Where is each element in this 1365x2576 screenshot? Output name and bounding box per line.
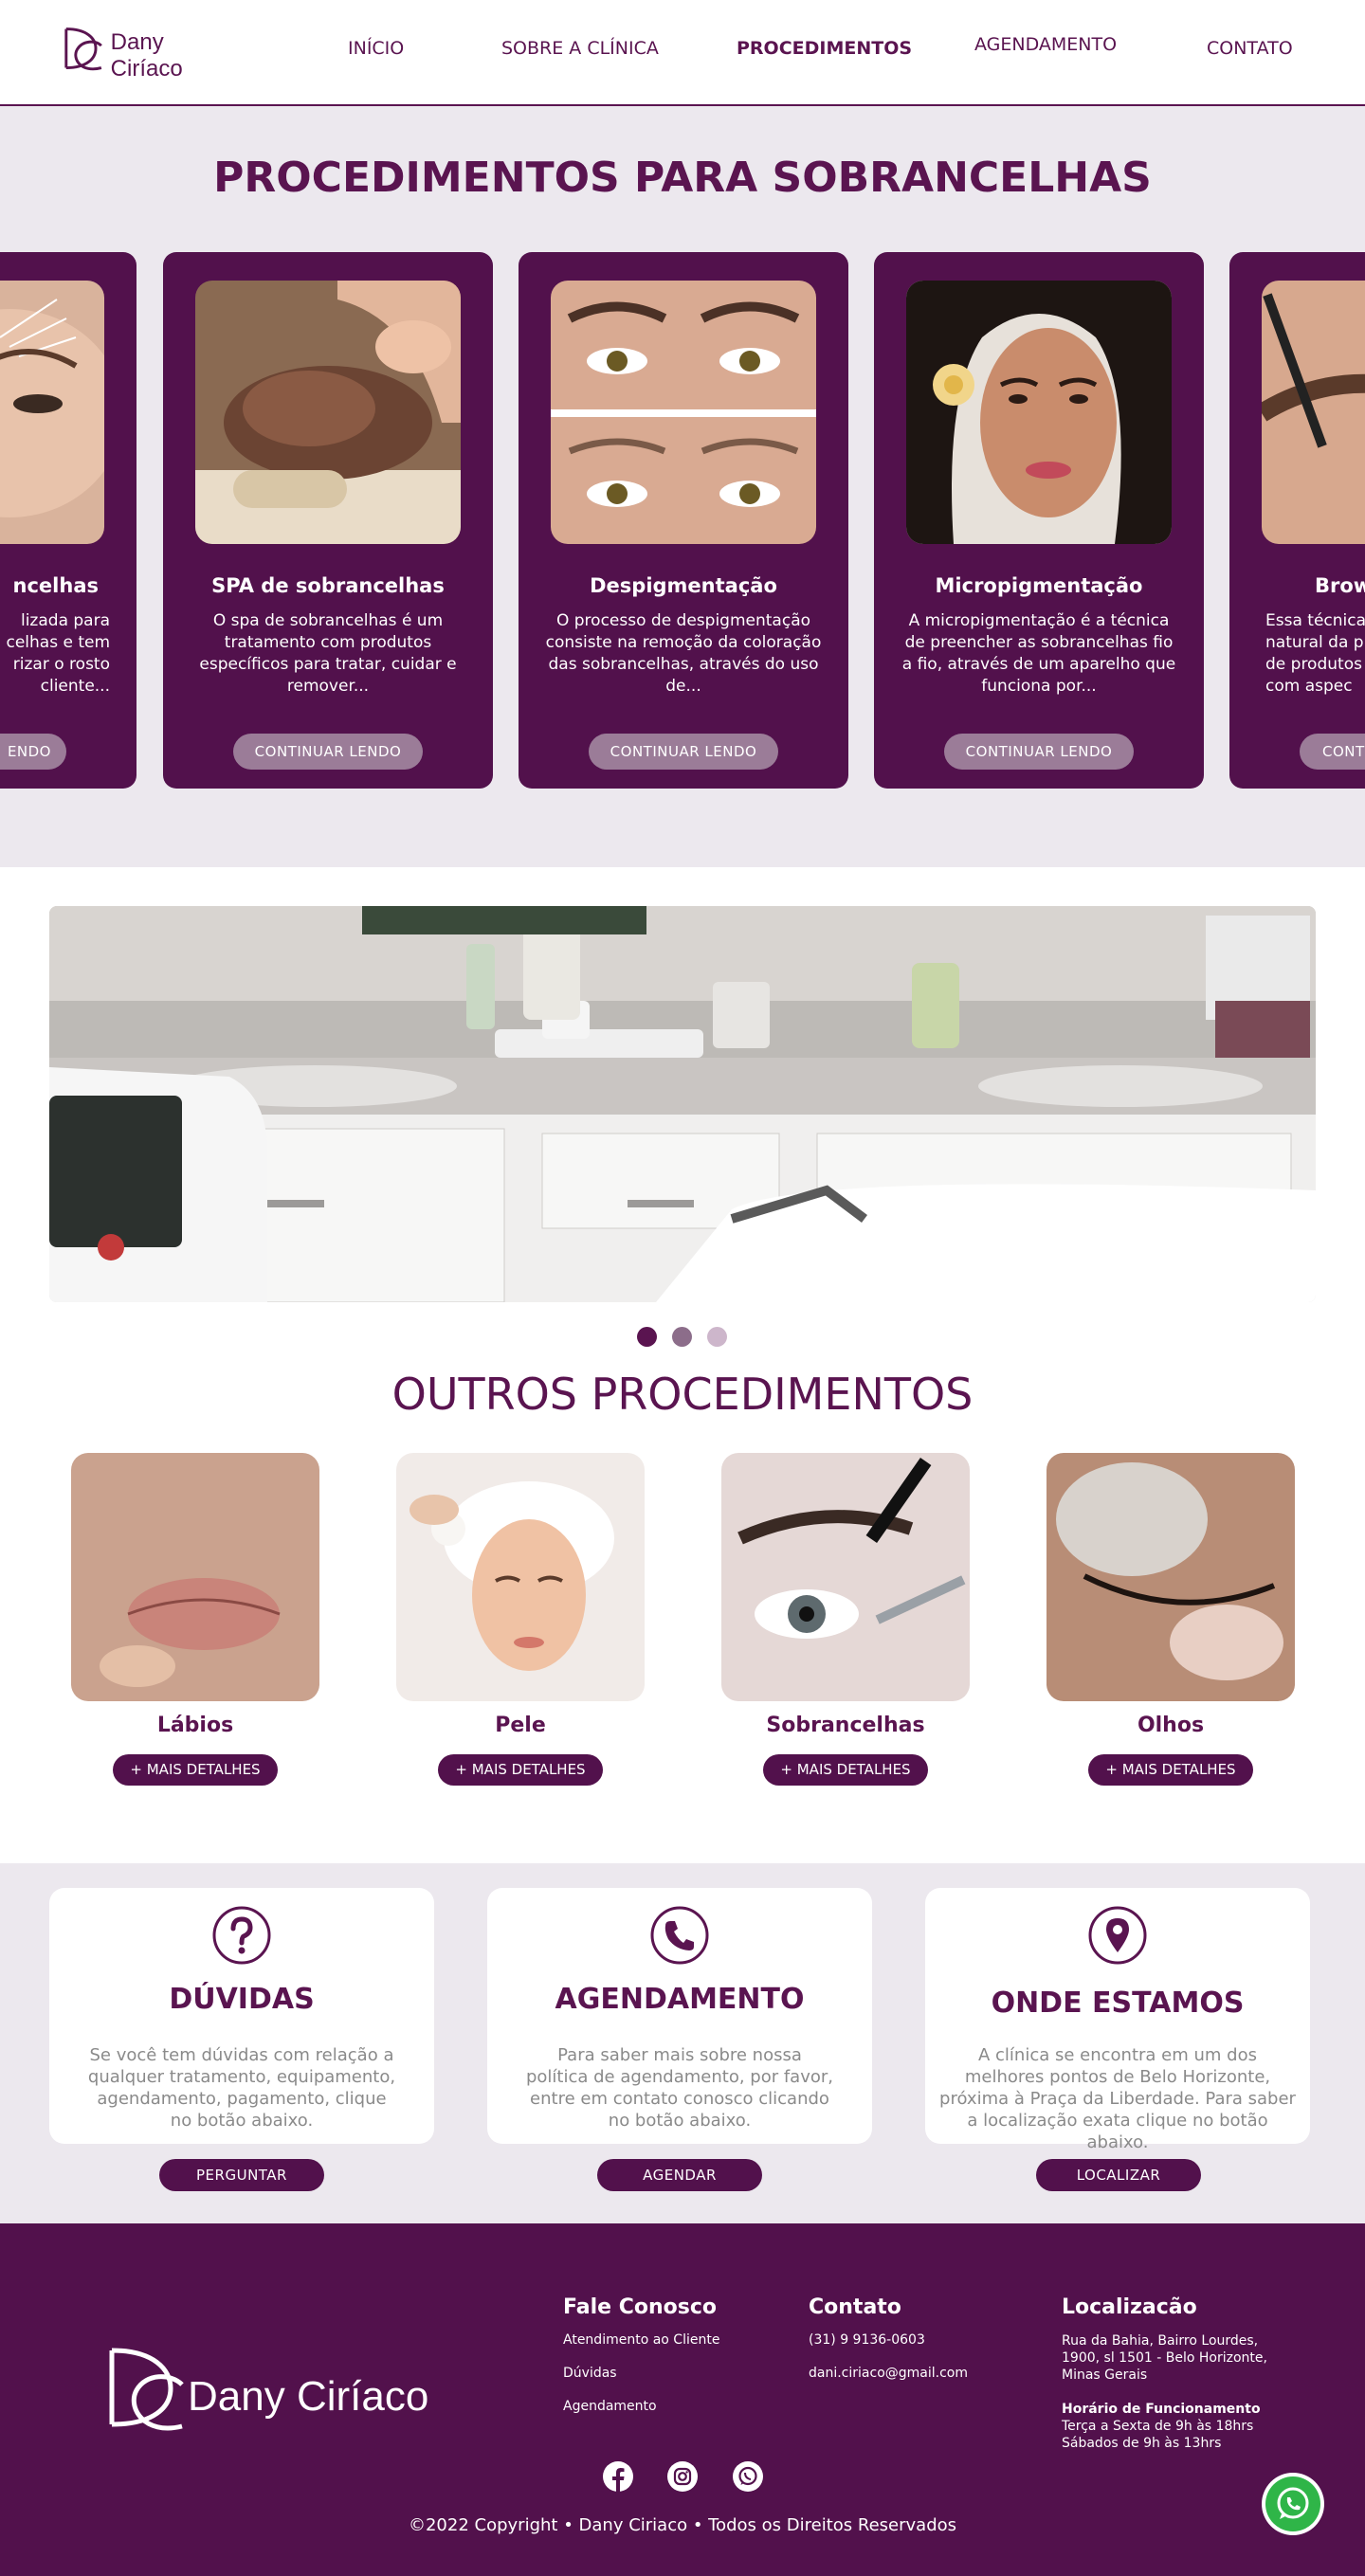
footer-heading: Contato (809, 2295, 901, 2319)
clinic-banner-image (49, 906, 1316, 1302)
agendar-button[interactable]: AGENDAR (597, 2159, 762, 2191)
footer-logo-text: Dany Ciríaco (188, 2373, 429, 2420)
instagram-icon[interactable] (666, 2460, 699, 2493)
nav-contato[interactable]: CONTATO (1207, 38, 1293, 59)
procedure-name: Sobrancelhas (766, 1714, 925, 1737)
procedure-photo (551, 281, 816, 544)
procedure-desc: O processo de despigmentação consiste na… (545, 611, 822, 696)
other-procedure-sobrancelhas[interactable]: Sobrancelhas + MAIS DETALHES (721, 1453, 970, 1786)
nav-inicio[interactable]: INÍCIO (348, 38, 404, 59)
procedure-name: Pele (495, 1714, 546, 1737)
continue-reading-button[interactable]: ENDO (0, 734, 66, 770)
procedure-photo (1262, 281, 1365, 544)
whatsapp-float-icon[interactable] (1261, 2472, 1325, 2536)
footer-address: Rua da Bahia, Bairro Lourdes, 1900, sl 1… (1062, 2333, 1267, 2383)
procedure-desc: A micropigmentação é a técnica de preenc… (901, 611, 1176, 696)
procedure-title: Brow (1315, 574, 1365, 597)
info-title: ONDE ESTAMOS (991, 1986, 1245, 2020)
carousel-dot[interactable] (707, 1327, 727, 1347)
info-title: DÚVIDAS (169, 1983, 315, 2016)
footer-hours-sat: Sábados de 9h às 13hrs (1062, 2436, 1222, 2451)
info-title: AGENDAMENTO (555, 1983, 805, 2016)
footer-col-contato: Contato (31) 9 9136-0603 dani.ciriaco@gm… (809, 2295, 968, 2399)
procedure-title: SPA de sobrancelhas (211, 574, 445, 597)
localizar-button[interactable]: LOCALIZAR (1036, 2159, 1201, 2191)
section-title: PROCEDIMENTOS PARA SOBRANCELHAS (213, 154, 1152, 202)
procedure-name: Lábios (156, 1714, 234, 1737)
continue-reading-button[interactable]: CONTINUAR LENDO (233, 734, 423, 770)
more-details-button[interactable]: + MAIS DETALHES (113, 1754, 278, 1786)
info-text: Se você tem dúvidas com relação a qualqu… (87, 2045, 396, 2131)
nav-agendamento[interactable]: AGENDAMENTO (974, 34, 1117, 55)
footer-link[interactable]: Agendamento (563, 2399, 719, 2414)
footer-link[interactable]: Atendimento ao Cliente (563, 2332, 719, 2348)
procedure-card-spa[interactable]: SPA de sobrancelhas O spa de sobrancelha… (163, 252, 493, 789)
info-card-agendamento: AGENDAMENTO Para saber mais sobre nossa … (487, 1888, 872, 2144)
info-card-onde-estamos: ONDE ESTAMOS A clínica se encontra em um… (925, 1888, 1310, 2152)
procedure-title: ncelhas (12, 574, 99, 597)
whatsapp-icon[interactable] (732, 2460, 764, 2493)
procedure-card[interactable]: Brow Essa técnica natural da p de produt… (1229, 252, 1365, 789)
procedure-title: Micropigmentação (935, 574, 1143, 597)
procedure-card-despigmentacao[interactable]: Despigmentação O processo de despigmenta… (519, 252, 848, 789)
footer-hours-title: Horário de Funcionamento (1062, 2402, 1261, 2417)
eyebrow-procedures-section: PROCEDIMENTOS PARA SOBRANCELHAS ncelhas … (0, 106, 1365, 867)
procedure-desc: lizada para celhas e tem rizar o rosto c… (6, 611, 110, 696)
site-header: Dany Ciríaco INÍCIO SOBRE A CLÍNICA PROC… (0, 0, 1365, 106)
footer-phone[interactable]: (31) 9 9136-0603 (809, 2332, 968, 2348)
info-text: A clínica se encontra em um dos melhores… (939, 2045, 1296, 2152)
footer-hours-week: Terça a Sexta de 9h às 18hrs (1062, 2419, 1254, 2434)
footer-heading: Fale Conosco (563, 2295, 717, 2319)
continue-reading-button[interactable]: CONTINUAR LENDO (589, 734, 778, 770)
procedure-card-micropigmentacao[interactable]: Micropigmentação A micropigmentação é a … (874, 252, 1204, 789)
nav-procedimentos[interactable]: PROCEDIMENTOS (737, 38, 912, 59)
footer-link[interactable]: Dúvidas (563, 2366, 719, 2381)
procedure-desc: O spa de sobrancelhas é um tratamento co… (199, 611, 457, 696)
nav-sobre[interactable]: SOBRE A CLÍNICA (501, 38, 659, 59)
procedure-photo (721, 1453, 970, 1701)
copyright-text: ©2022 Copyright • Dany Ciriaco • Todos o… (408, 2515, 957, 2535)
other-procedures-title: OUTROS PROCEDIMENTOS (391, 1369, 974, 1420)
footer-logo[interactable]: Dany Ciríaco (99, 2337, 459, 2451)
procedure-name: Olhos (1137, 1714, 1205, 1737)
info-text: Para saber mais sobre nossa política de … (525, 2045, 833, 2131)
procedure-photo (0, 281, 104, 544)
carousel-dot[interactable] (672, 1327, 692, 1347)
carousel-dot-active[interactable] (637, 1327, 657, 1347)
procedure-title: Despigmentação (590, 574, 777, 597)
procedure-photo (396, 1453, 645, 1701)
other-procedure-olhos[interactable]: Olhos + MAIS DETALHES (1046, 1453, 1295, 1786)
continue-reading-button[interactable]: CONT (1300, 734, 1365, 770)
facebook-icon[interactable] (602, 2460, 634, 2493)
more-details-button[interactable]: + MAIS DETALHES (1088, 1754, 1253, 1786)
other-procedure-labios[interactable]: Lábios + MAIS DETALHES (71, 1453, 319, 1786)
procedure-photo (71, 1453, 319, 1701)
question-icon (212, 1906, 271, 1965)
footer-col-fale: Fale Conosco Atendimento ao Cliente Dúvi… (563, 2295, 719, 2432)
more-details-button[interactable]: + MAIS DETALHES (763, 1754, 928, 1786)
procedure-photo (1046, 1453, 1295, 1701)
location-icon (1088, 1906, 1147, 1965)
footer-email[interactable]: dani.ciriaco@gmail.com (809, 2366, 968, 2381)
phone-icon (650, 1906, 709, 1965)
more-details-button[interactable]: + MAIS DETALHES (438, 1754, 603, 1786)
main-nav: INÍCIO SOBRE A CLÍNICA PROCEDIMENTOS AGE… (0, 34, 1365, 66)
carousel-dots (637, 1327, 732, 1350)
info-card-duvidas: DÚVIDAS Se você tem dúvidas com relação … (49, 1888, 434, 2144)
procedure-desc: Essa técnica natural da p de produtos co… (1265, 611, 1365, 696)
perguntar-button[interactable]: PERGUNTAR (159, 2159, 324, 2191)
footer-heading: Localizacão (1062, 2295, 1197, 2319)
footer-col-localizacao: Localizacão Rua da Bahia, Bairro Lourdes… (1062, 2295, 1270, 2452)
other-procedure-pele[interactable]: Pele + MAIS DETALHES (396, 1453, 645, 1786)
info-section: DÚVIDAS Se você tem dúvidas com relação … (0, 1863, 1365, 2223)
procedure-photo (195, 281, 461, 544)
continue-reading-button[interactable]: CONTINUAR LENDO (944, 734, 1134, 770)
procedure-photo (906, 281, 1172, 544)
procedure-card[interactable]: ncelhas lizada para celhas e tem rizar o… (0, 252, 136, 789)
site-footer: Dany Ciríaco Fale Conosco Atendimento ao… (0, 2223, 1365, 2576)
logo-mark-icon (109, 2348, 184, 2431)
